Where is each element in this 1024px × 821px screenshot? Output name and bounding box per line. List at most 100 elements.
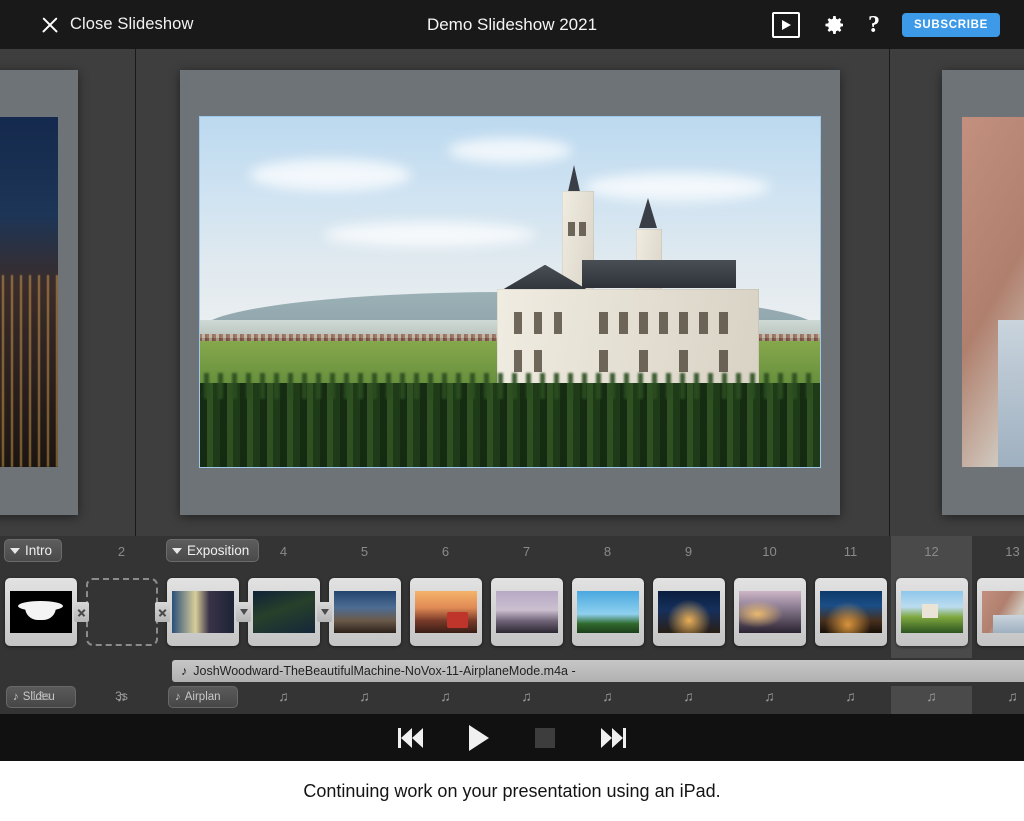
slide-thumbnail-7[interactable] [490,578,563,646]
thumbnail-image [981,591,1024,633]
transition-marker-4[interactable] [317,602,332,622]
timeline-column-number-13[interactable]: 13 [972,536,1024,566]
timeline-number-row: 1Intro23Exposition45678910111213 [0,536,1024,566]
timeline-slide-slot-4[interactable] [243,566,332,658]
slide-timeline: 1Intro23Exposition45678910111213 ♪ JoshW… [0,536,1024,714]
current-slide-photo [199,116,821,468]
gear-icon[interactable] [822,13,846,37]
chapter-chip-exposition[interactable]: Exposition [166,539,260,562]
thumbnail-image [9,591,72,633]
timeline-slide-slot-1[interactable] [0,566,89,658]
timeline-slide-slot-3[interactable] [162,566,251,658]
timeline-audio-slot-6[interactable]: ♫ [405,686,486,714]
slide-thumbnail-13[interactable] [976,578,1024,646]
timeline-slide-slot-11[interactable] [810,566,891,658]
timeline-slide-slot-2[interactable] [81,566,170,658]
timeline-audio-slot-3[interactable]: ♪ Airplan [162,686,243,714]
transition-marker-2[interactable] [155,602,170,622]
stop-icon[interactable] [535,727,555,748]
music-note-icon[interactable]: ♫ [683,688,694,704]
music-note-icon[interactable]: ♫ [764,688,775,704]
close-slideshow-label: Close Slideshow [70,15,194,33]
timeline-slide-slot-13[interactable] [972,566,1024,658]
timeline-column-number-3[interactable]: 3Exposition [162,536,260,566]
timeline-audio-slot-13[interactable]: ♫ [972,686,1024,714]
timeline-audio-slot-8[interactable]: ♫ [567,686,648,714]
chapter-label: Intro [25,543,53,558]
timeline-audio-slot-5[interactable]: ♫ [324,686,405,714]
timeline-audio-slot-11[interactable]: ♫ [810,686,891,714]
slide-duration-label-2: 3s [115,689,128,703]
music-note-icon: ♪ [175,691,181,703]
timeline-slide-slot-8[interactable] [567,566,648,658]
next-slide-preview[interactable] [942,70,1024,515]
timeline-slide-slot-5[interactable] [324,566,405,658]
timeline-column-number-8[interactable]: 8 [567,536,648,566]
thumbnail-image [333,591,396,633]
timeline-column-number-9[interactable]: 9 [648,536,729,566]
thumbnail-image [576,591,639,633]
timeline-slide-slot-12[interactable] [891,566,972,658]
timeline-audio-slot-2[interactable]: ♫ 3s [81,686,162,714]
slide-audio-label: Airplan [184,691,221,703]
timeline-column-number-11[interactable]: 11 [810,536,891,566]
slide-thumbnail-8[interactable] [571,578,644,646]
timeline-slide-slot-7[interactable] [486,566,567,658]
subscribe-button[interactable]: SUBSCRIBE [901,12,1000,37]
current-slide-preview[interactable] [180,70,840,515]
timeline-slide-slot-10[interactable] [729,566,810,658]
music-note-icon[interactable]: ♫ [359,688,370,704]
transition-marker-3[interactable] [236,602,251,622]
slide-thumbnail-10[interactable] [733,578,806,646]
slideshow-editor-window: Close Slideshow Demo Slideshow 2021 ? SU… [0,0,1024,821]
timeline-audio-slot-10[interactable]: ♫ [729,686,810,714]
close-slideshow-button[interactable]: Close Slideshow [40,15,193,35]
thumbnail-image [252,591,315,633]
music-note-icon[interactable]: ♫ [845,688,856,704]
chapter-chip-intro[interactable]: Intro [4,539,63,562]
music-note-icon[interactable]: ♫ [278,688,289,704]
timeline-slide-slot-9[interactable] [648,566,729,658]
slide-thumbnail-3[interactable] [166,578,239,646]
play-icon[interactable] [469,724,489,751]
previous-slide-preview[interactable] [0,70,78,515]
stage-divider-right [889,49,890,536]
music-note-icon[interactable]: ♫ [1007,688,1018,704]
empty-slide-placeholder[interactable] [85,578,158,646]
chapter-label: Exposition [187,543,250,558]
music-note-icon[interactable]: ♫ [926,688,937,704]
skip-forward-icon[interactable] [601,727,626,748]
slide-stage [0,49,1024,536]
timeline-audio-slot-4[interactable]: ♫ [243,686,324,714]
timeline-column-number-7[interactable]: 7 [486,536,567,566]
audio-track-label: JoshWoodward-TheBeautifulMachine-NoVox-1… [193,664,576,678]
transition-marker-1[interactable] [74,602,89,622]
slide-thumbnail-11[interactable] [814,578,887,646]
timeline-column-number-6[interactable]: 6 [405,536,486,566]
audio-track-clip[interactable]: ♪ JoshWoodward-TheBeautifulMachine-NoVox… [172,660,1024,682]
slide-thumbnail-4[interactable] [247,578,320,646]
skip-back-icon[interactable] [398,727,423,748]
timeline-column-number-5[interactable]: 5 [324,536,405,566]
slide-thumbnail-6[interactable] [409,578,482,646]
timeline-slide-slot-6[interactable] [405,566,486,658]
timeline-column-number-2[interactable]: 2 [81,536,162,566]
music-note-icon[interactable]: ♫ [602,688,613,704]
timeline-audio-slot-9[interactable]: ♫ [648,686,729,714]
thumbnail-image [819,591,882,633]
help-question-icon[interactable]: ? [868,13,880,37]
slide-thumbnail-1[interactable] [4,578,77,646]
slide-thumbnail-5[interactable] [328,578,401,646]
music-note-icon[interactable]: ♫ [521,688,532,704]
timeline-audio-slot-1[interactable]: ♪ Slideu 12s [0,686,81,714]
timeline-column-number-10[interactable]: 10 [729,536,810,566]
timeline-audio-slot-7[interactable]: ♫ [486,686,567,714]
timeline-audio-slot-12[interactable]: ♫ [891,686,972,714]
slide-thumbnail-9[interactable] [652,578,725,646]
slide-thumbnail-12[interactable] [895,578,968,646]
timeline-column-number-1[interactable]: 1Intro [0,536,81,566]
slide-audio-chip-3[interactable]: ♪ Airplan [168,686,238,708]
timeline-column-number-12[interactable]: 12 [891,536,972,566]
preview-play-icon[interactable] [771,11,800,38]
music-note-icon[interactable]: ♫ [440,688,451,704]
